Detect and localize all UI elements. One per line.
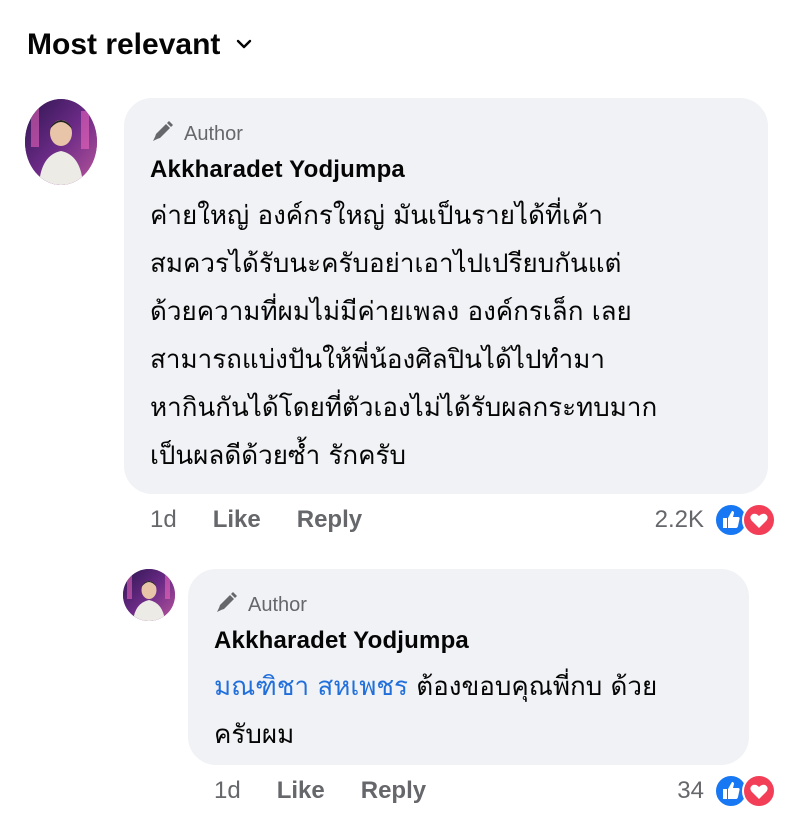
like-button[interactable]: Like — [213, 506, 261, 534]
avatar[interactable] — [123, 569, 175, 621]
like-button[interactable]: Like — [277, 777, 325, 805]
author-badge-label: Author — [184, 122, 243, 145]
comment-text: ค่ายใหญ่ องค์กรใหญ่ มันเป็นรายได้ที่เค้า… — [150, 201, 658, 471]
mention-link[interactable]: มณฑิชา สหเพชร — [214, 672, 408, 702]
reaction-summary[interactable]: 34 — [677, 774, 776, 808]
sort-label: Most relevant — [27, 28, 221, 61]
reply-bubble: Author Akkharadet Yodjumpa มณฑิชา สหเพชร… — [188, 569, 749, 765]
reply-text: มณฑิชา สหเพชร ต้องขอบคุณพี่กบ ด้วย ครับผ… — [214, 663, 723, 759]
reply-button[interactable]: Reply — [297, 506, 362, 534]
love-reaction-icon — [742, 503, 776, 537]
commenter-name[interactable]: Akkharadet Yodjumpa — [150, 156, 742, 184]
reply-button[interactable]: Reply — [361, 777, 426, 805]
avatar[interactable] — [25, 99, 97, 185]
love-reaction-icon — [742, 774, 776, 808]
sort-dropdown[interactable]: Most relevant — [27, 28, 254, 62]
comment-time[interactable]: 1d — [150, 506, 177, 534]
reaction-summary[interactable]: 2.2K — [655, 503, 776, 537]
author-badge-label: Author — [248, 593, 307, 616]
comment-actions: 1d Like Reply — [150, 506, 398, 534]
reaction-count: 34 — [677, 777, 704, 804]
reaction-count: 2.2K — [654, 506, 704, 533]
comment-bubble: Author Akkharadet Yodjumpa ค่ายใหญ่ องค์… — [124, 98, 768, 494]
comment-time[interactable]: 1d — [214, 777, 241, 805]
author-badge: Author — [150, 118, 742, 150]
author-badge: Author — [214, 589, 723, 621]
chevron-down-icon — [234, 28, 254, 62]
author-pen-icon — [214, 589, 240, 621]
author-pen-icon — [150, 118, 176, 150]
reply-actions: 1d Like Reply — [214, 777, 462, 805]
commenter-name[interactable]: Akkharadet Yodjumpa — [214, 627, 723, 655]
